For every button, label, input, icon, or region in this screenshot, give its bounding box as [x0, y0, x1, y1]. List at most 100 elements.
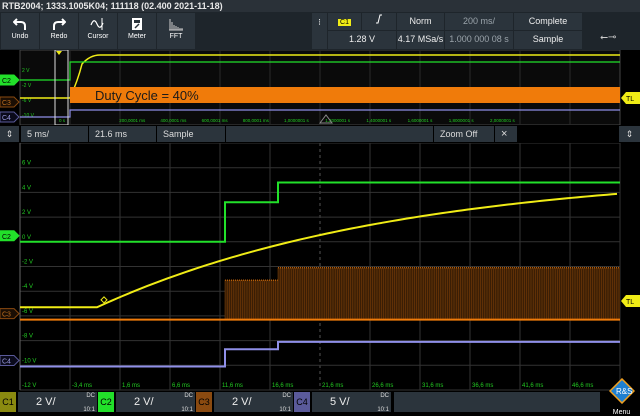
y-tick-label: 4 V — [22, 185, 31, 191]
acquisition-state[interactable]: Complete — [514, 13, 582, 30]
svg-text:C3: C3 — [2, 312, 11, 319]
channel-scale: 2 V/DC 10:1 — [116, 392, 195, 413]
zoom-scroll-left[interactable]: ⇕ — [0, 126, 19, 142]
channel-scale: 5 V/DC 10:1 — [312, 392, 391, 413]
zoom-position[interactable]: 21.6 ms — [89, 126, 156, 142]
overview-x-label: 1,4000001 s — [366, 118, 392, 123]
coupling: DC — [86, 393, 95, 399]
x-tick-label: 26,6 ms — [372, 383, 393, 389]
zoom-bar: ⇕ 5 ms/ 21.6 ms Sample Zoom Off × ⇕ — [0, 125, 640, 143]
channel-scale: 2 V/DC 10:1 — [18, 392, 97, 413]
trigger-slope[interactable] — [362, 13, 396, 30]
channel-bar-empty — [394, 392, 600, 412]
overview-x-label: 400,0001 ms — [160, 118, 187, 123]
zoom-close-button[interactable]: × — [495, 126, 517, 142]
y-tick-label: -6 V — [22, 309, 33, 315]
y-tick-label: 2 V — [22, 210, 31, 216]
overview-y-label: -2 V — [22, 83, 32, 89]
overview-y-label: -6 V — [22, 98, 32, 104]
undo-button[interactable]: Undo — [1, 13, 39, 49]
overview-x-label: 1,0000001 s — [284, 118, 310, 123]
trigger-position[interactable]: 1.000 000 08 s — [445, 31, 513, 49]
channel-bar: C1 2 V/DC 10:1 C2 2 V/DC 10:1 C3 2 V/DC 10:1 C4 5 … — [0, 377, 640, 416]
title-bar: RTB2004; 1333.1005K04; 111118 (02.400 20… — [0, 0, 640, 12]
fft-icon — [169, 19, 183, 31]
trigger-level-marker[interactable]: TL — [621, 295, 640, 307]
channel-marker-c3[interactable]: C3 — [0, 96, 20, 108]
svg-text:TL: TL — [626, 96, 634, 103]
undo-icon — [13, 18, 26, 30]
y-tick-label: -8 V — [22, 334, 33, 340]
trigger-level[interactable]: 1.28 V — [328, 31, 396, 49]
overview-display[interactable]: 2 V -2 V -6 V -10 V Duty Cycle = 40% 0 s 200,0… — [0, 50, 640, 125]
overview-x-label: 600,0001 ms — [202, 118, 229, 123]
y-tick-label: -4 V — [22, 284, 33, 290]
x-tick-label: 31,6 ms — [422, 383, 443, 389]
x-tick-label: 16,6 ms — [272, 383, 293, 389]
menu-button[interactable]: R&S Menu — [603, 377, 640, 416]
channel-label: C1 — [0, 392, 16, 412]
probe-ratio: 10:1 — [83, 407, 95, 413]
zoom-mode[interactable]: Sample — [157, 126, 225, 142]
zoom-timebase[interactable]: 5 ms/ — [21, 126, 88, 142]
svg-text:C2: C2 — [2, 234, 11, 241]
channel-c2-settings[interactable]: C2 2 V/DC 10:1 — [98, 392, 195, 413]
channel-marker-c2[interactable]: C2 — [0, 230, 20, 242]
probe-ratio: 10:1 — [279, 407, 291, 413]
rs-logo-icon: R&S — [608, 377, 635, 405]
channel-label: C2 — [98, 392, 114, 412]
zoom-off-button[interactable]: Zoom Off — [434, 126, 494, 142]
sample-rate: 4.17 MSa/s — [397, 31, 444, 49]
y-tick-label: -2 V — [22, 260, 33, 266]
cursor-icon — [90, 18, 104, 30]
overview-x-label: 200,0001 ms — [119, 118, 146, 123]
trigger-mode[interactable]: Norm — [397, 13, 444, 30]
channel-c4-settings[interactable]: C4 5 V/DC 10:1 — [294, 392, 391, 413]
y-tick-label: 0 V — [22, 235, 31, 241]
overview-x-label: 2,0000001 s — [490, 118, 516, 123]
x-tick-label: 11,6 ms — [222, 383, 243, 389]
zoom-empty — [226, 126, 433, 142]
channel-c1-settings[interactable]: C1 2 V/DC 10:1 — [0, 392, 97, 413]
overview-y-label: -10 V — [22, 113, 35, 119]
x-tick-label: 21,6 ms — [322, 383, 343, 389]
redo-icon — [53, 18, 66, 30]
probe-ratio: 10:1 — [377, 407, 389, 413]
x-tick-label: 36,6 ms — [472, 383, 493, 389]
duty-cycle-annotation: Duty Cycle = 40% — [95, 88, 199, 103]
y-tick-label: 6 V — [22, 161, 31, 167]
trigger-level-marker[interactable]: TL — [621, 92, 640, 104]
acquisition-mode[interactable]: Sample — [514, 31, 582, 49]
svg-text:C3: C3 — [2, 100, 11, 107]
overview-x-label: 1,6000001 s — [408, 118, 434, 123]
channel-marker-c4[interactable]: C4 — [0, 355, 20, 367]
svg-text:TL: TL — [626, 299, 634, 306]
svg-text:C4: C4 — [2, 115, 11, 122]
channel-marker-c2[interactable]: C2 — [0, 74, 20, 86]
timebase[interactable]: 200 ms/ — [445, 13, 513, 30]
x-tick-label: -3,4 ms — [72, 383, 92, 389]
coupling: DC — [380, 393, 389, 399]
overview-x-label: 0 s — [59, 118, 66, 123]
y-tick-label: -12 V — [22, 383, 36, 389]
channel-c3-settings[interactable]: C3 2 V/DC 10:1 — [196, 392, 293, 413]
svg-text:C4: C4 — [2, 359, 11, 366]
fft-button[interactable]: FFT — [157, 13, 195, 49]
more-button[interactable]: ⁝ — [312, 13, 327, 49]
meter-button[interactable]: Meter — [118, 13, 156, 49]
channel-label: C3 — [196, 392, 212, 412]
svg-text:R&S: R&S — [616, 387, 632, 396]
cursor-button[interactable]: Cursor — [79, 13, 117, 49]
main-display[interactable]: 6 V 4 V 2 V 0 V -2 V -4 V -6 V -8 V -10 V -12 V -3… — [0, 143, 640, 392]
channel-marker-c3[interactable]: C3 — [0, 308, 20, 320]
zoom-scroll-right[interactable]: ⇕ — [619, 126, 640, 142]
redo-button[interactable]: Redo — [40, 13, 78, 49]
toolbar: Undo Redo Cursor Meter FFT ⁝ C1 1.28 V N… — [0, 12, 640, 50]
x-tick-label: 46,6 ms — [572, 383, 593, 389]
meter-icon — [132, 18, 142, 30]
trigger-source[interactable]: C1 — [328, 13, 361, 30]
channel-marker-c4[interactable]: C4 — [0, 111, 20, 123]
x-tick-label: 6,6 ms — [172, 383, 190, 389]
usb-icon: ⭠⊸ — [600, 32, 617, 43]
overview-x-label: 1,8000001 s — [449, 118, 475, 123]
